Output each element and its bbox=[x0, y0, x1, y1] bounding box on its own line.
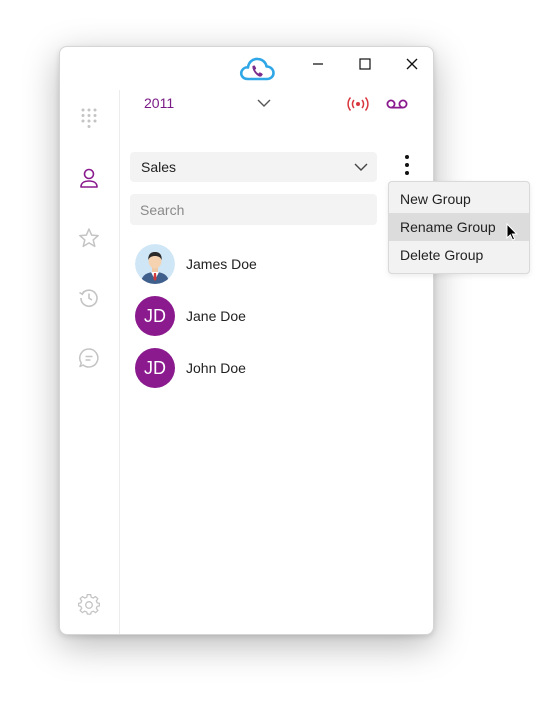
menu-item-new-group[interactable]: New Group bbox=[389, 185, 529, 213]
gear-icon bbox=[78, 594, 100, 615]
search-input[interactable] bbox=[130, 194, 377, 225]
sidebar-item-history[interactable] bbox=[77, 286, 101, 310]
contact-name: Jane Doe bbox=[186, 308, 246, 324]
kebab-dot-icon bbox=[405, 171, 409, 175]
close-button[interactable] bbox=[397, 53, 427, 75]
person-photo-icon bbox=[135, 244, 175, 284]
contact-name: James Doe bbox=[186, 256, 257, 272]
close-icon bbox=[406, 58, 418, 70]
group-select[interactable]: Sales bbox=[130, 152, 377, 182]
star-icon bbox=[79, 228, 99, 248]
sidebar-item-dialpad[interactable] bbox=[77, 106, 101, 130]
dialpad-icon bbox=[81, 108, 97, 128]
contact-row[interactable]: James Doe bbox=[135, 244, 375, 284]
settings-button[interactable] bbox=[77, 593, 101, 617]
avatar: JD bbox=[135, 348, 175, 388]
contact-name: John Doe bbox=[186, 360, 246, 376]
sidebar-item-favorites[interactable] bbox=[77, 226, 101, 250]
contact-row[interactable]: JD Jane Doe bbox=[135, 296, 375, 336]
extension-selector[interactable]: 2011 bbox=[144, 95, 174, 111]
maximize-icon bbox=[359, 58, 371, 70]
mouse-cursor-icon bbox=[506, 223, 518, 241]
maximize-button[interactable] bbox=[350, 53, 380, 75]
avatar: JD bbox=[135, 296, 175, 336]
app-window: 2011 Sales Search James Doe JD Jane Doe … bbox=[59, 46, 434, 635]
cloud-phone-logo-icon bbox=[239, 57, 275, 81]
kebab-dot-icon bbox=[405, 155, 409, 159]
more-options-button[interactable] bbox=[397, 152, 417, 178]
sidebar bbox=[60, 90, 120, 634]
menu-item-delete-group[interactable]: Delete Group bbox=[389, 241, 529, 269]
history-icon bbox=[79, 289, 98, 307]
kebab-dot-icon bbox=[405, 163, 409, 167]
minimize-icon bbox=[313, 63, 323, 65]
minimize-button[interactable] bbox=[303, 53, 333, 75]
chevron-down-icon bbox=[354, 163, 368, 171]
contacts-icon bbox=[80, 168, 98, 188]
chevron-down-icon[interactable] bbox=[256, 97, 272, 109]
broadcast-status-icon[interactable] bbox=[346, 96, 370, 112]
contact-row[interactable]: JD John Doe bbox=[135, 348, 375, 388]
chat-icon bbox=[79, 348, 99, 368]
avatar bbox=[135, 244, 175, 284]
sidebar-item-chat[interactable] bbox=[77, 346, 101, 370]
group-select-value: Sales bbox=[141, 159, 177, 175]
sidebar-item-contacts[interactable] bbox=[77, 166, 101, 190]
voicemail-icon[interactable] bbox=[386, 98, 408, 110]
